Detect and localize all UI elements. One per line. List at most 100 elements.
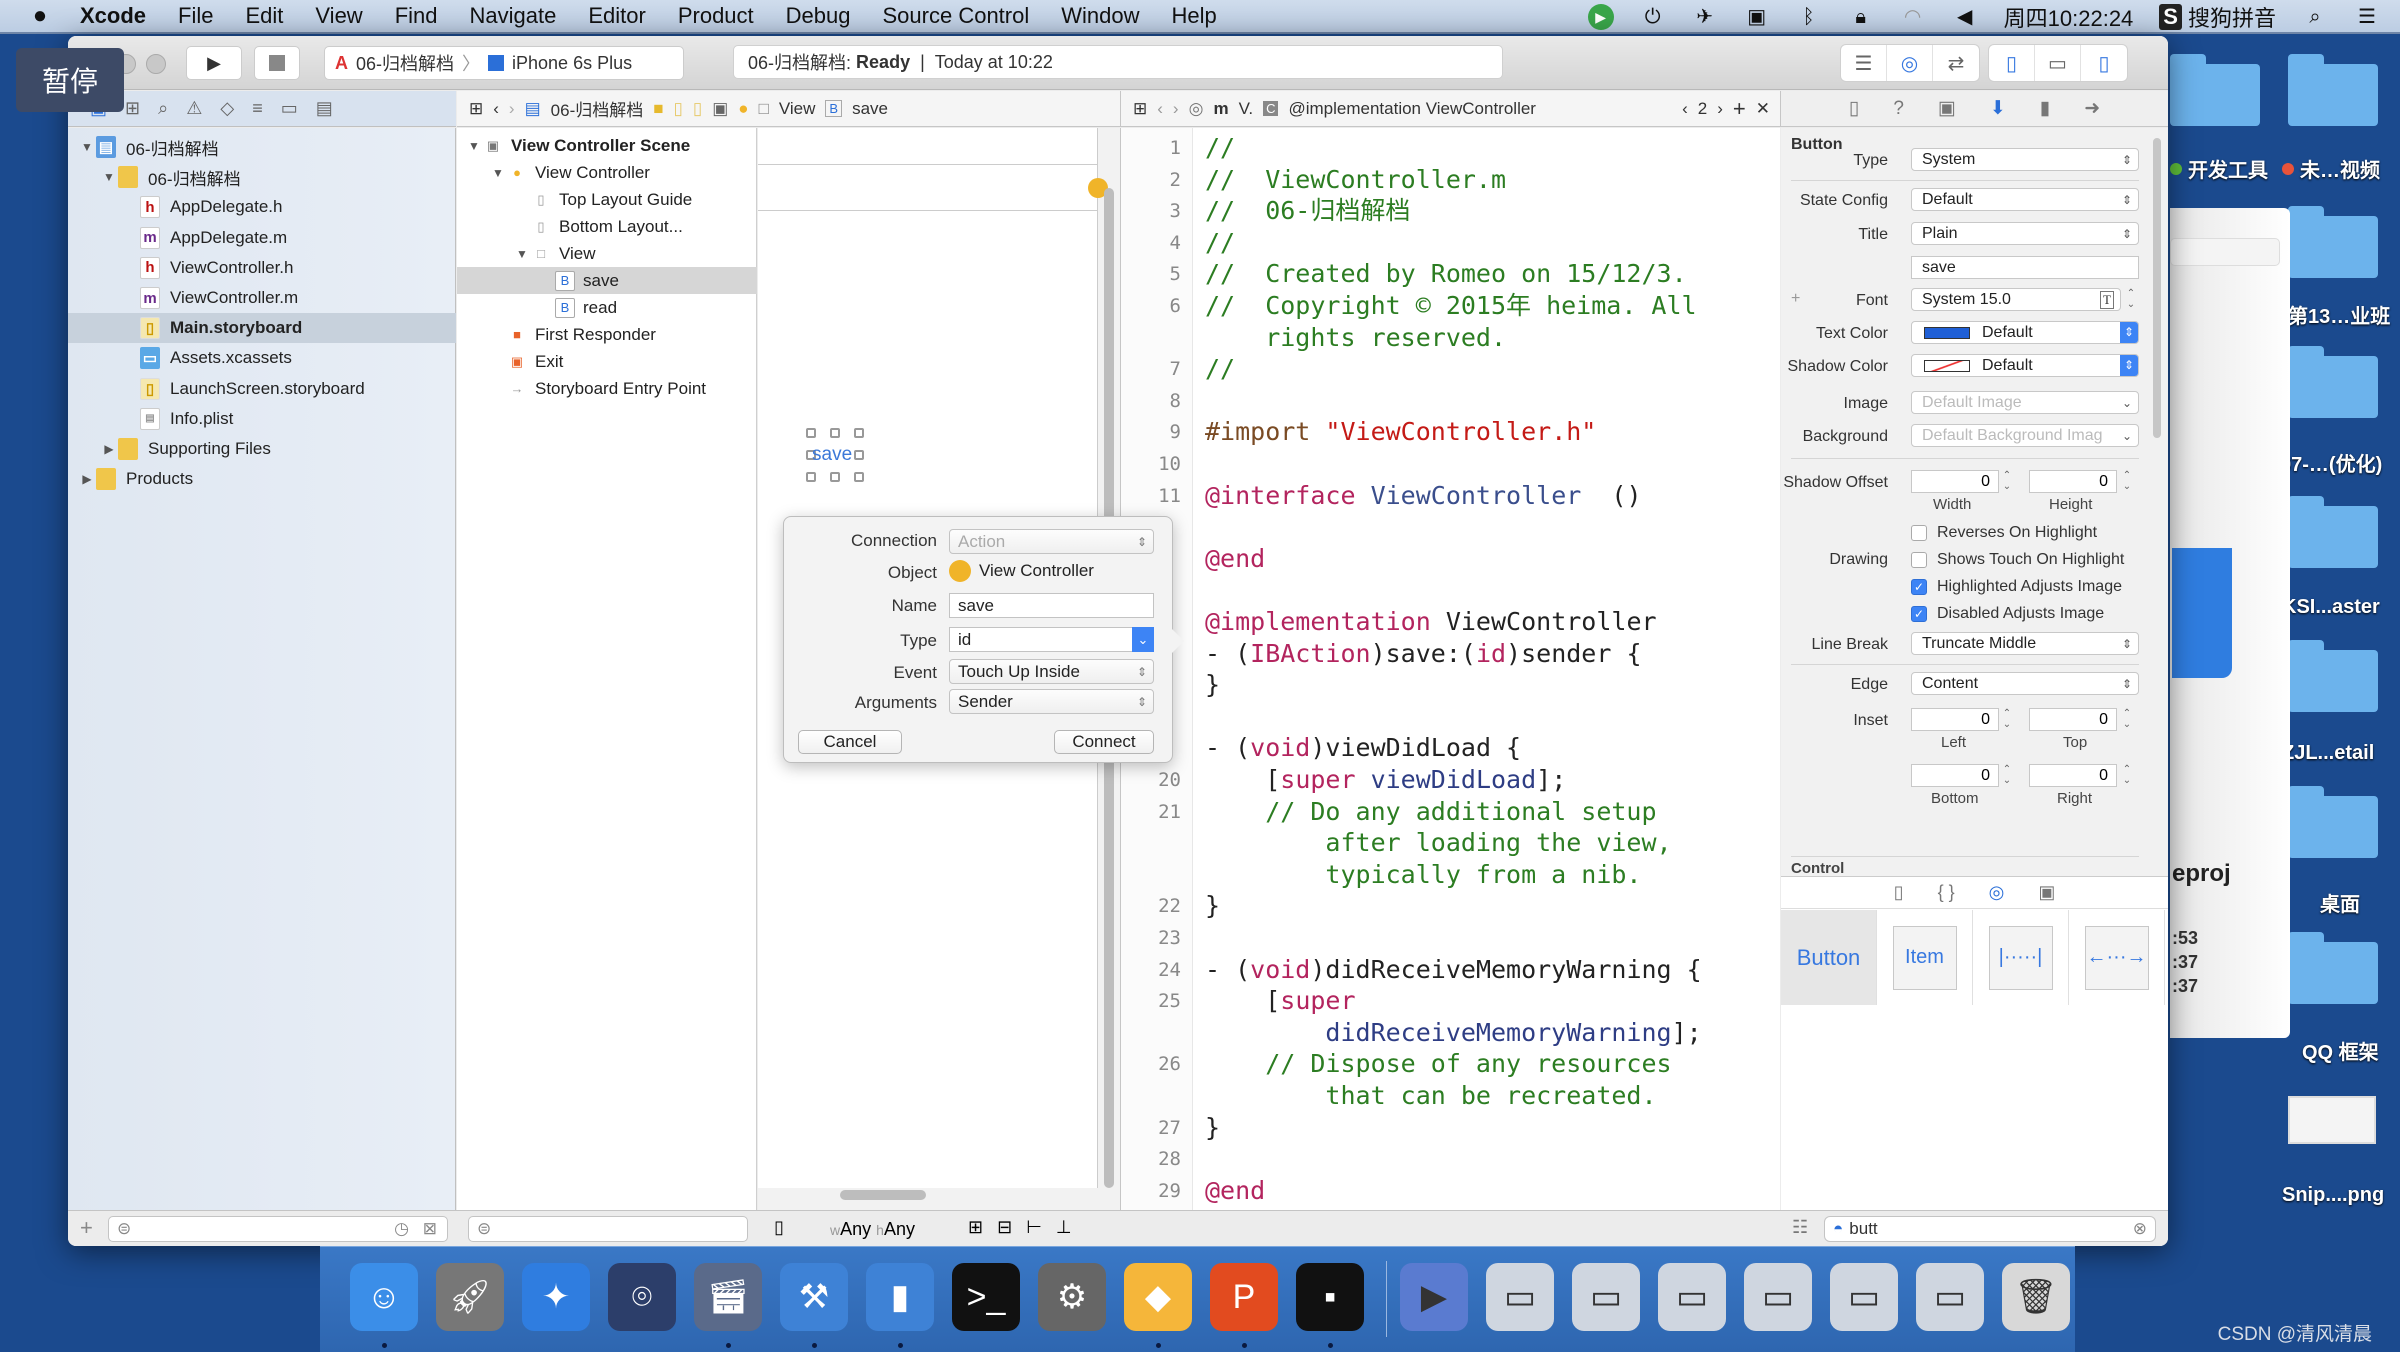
file-inspector-icon[interactable]: ▯ <box>1849 97 1859 120</box>
media-library-icon[interactable]: ▣ <box>2038 882 2055 903</box>
code-line[interactable]: - (void)didReceiveMemoryWarning { <box>1205 954 1702 985</box>
edge-popup[interactable]: Content ⇕ <box>1911 672 2139 695</box>
launchpad-icon[interactable]: 🚀︎ <box>436 1263 504 1331</box>
stop-button[interactable] <box>254 46 300 80</box>
checkbox-disabled-adjusts-image[interactable]: ✓ Disabled Adjusts Image <box>1911 605 2104 623</box>
trash-icon[interactable]: 🗑︎ <box>2002 1263 2070 1331</box>
code-line[interactable]: typically from a nib. <box>1205 859 1641 890</box>
title-text-field[interactable]: save <box>1911 256 2139 279</box>
checkbox[interactable] <box>1911 525 1927 541</box>
code-line[interactable]: // <box>1205 227 1235 258</box>
library-filter-field[interactable]: ◓ butt ⊗ <box>1824 1216 2156 1242</box>
resolve-icon[interactable]: ⊥ <box>1056 1217 1086 1237</box>
stack-icon[interactable]: ⊞ <box>968 1217 997 1237</box>
issue-navigator-icon[interactable]: ⚠ <box>186 98 202 119</box>
test-navigator-icon[interactable]: ◇ <box>220 98 234 119</box>
folder-icon[interactable] <box>2288 206 2378 278</box>
font-picker-icon[interactable]: T <box>2100 290 2114 309</box>
navigator-item[interactable]: h ViewController.h <box>68 253 456 283</box>
state-config-popup[interactable]: Default ⇕ <box>1911 188 2139 211</box>
folder-icon[interactable] <box>2288 54 2378 126</box>
pause-overlay-badge[interactable]: 暂停 <box>16 48 124 112</box>
horizontal-scrollbar[interactable] <box>840 1190 926 1200</box>
view-controller-icon[interactable]: ● <box>738 99 748 119</box>
code-editor[interactable]: 12345678910112021222324252627282930 ////… <box>1120 128 1780 1233</box>
scm-filter-icon[interactable]: ⊠ <box>423 1219 437 1239</box>
inset-left-field[interactable]: 0 <box>1911 708 1999 731</box>
menu-window[interactable]: Window <box>1061 3 1139 29</box>
shadow-offset-width-field[interactable]: 0 <box>1911 470 1999 493</box>
sketch-icon[interactable]: ◆ <box>1124 1263 1192 1331</box>
disclosure-triangle-icon[interactable]: ▶ <box>100 442 118 456</box>
stepper[interactable]: ⌃ ⌄ <box>2121 764 2133 787</box>
checkbox[interactable] <box>1911 552 1927 568</box>
desktop-item-label[interactable]: Snip....png <box>2282 1184 2384 1207</box>
checkbox-shows-touch[interactable]: Shows Touch On Highlight <box>1911 551 2124 569</box>
navigator-item[interactable]: m AppDelegate.m <box>68 223 456 253</box>
disclosure-triangle-icon[interactable]: ▼ <box>465 139 483 153</box>
code-line[interactable]: // Dispose of any resources <box>1205 1048 1671 1079</box>
outline-item[interactable]: ▯ Bottom Layout... <box>457 213 757 240</box>
folder-icon[interactable] <box>2288 496 2378 568</box>
menu-view[interactable]: View <box>315 3 362 29</box>
cancel-button[interactable]: Cancel <box>798 730 902 754</box>
scene-icon[interactable]: ▣ <box>712 99 728 119</box>
code-line[interactable]: #import "ViewController.h" <box>1205 416 1596 447</box>
add-variation-icon[interactable]: + <box>1791 290 1800 308</box>
outline-item[interactable]: ▯ Top Layout Guide <box>457 186 757 213</box>
menu-find[interactable]: Find <box>395 3 438 29</box>
finder-icon[interactable]: ☺ <box>350 1263 418 1331</box>
window-thumbnail-icon[interactable]: ▭ <box>1744 1263 1812 1331</box>
jump-project[interactable]: 06-归档解档 <box>551 96 644 121</box>
navigator-item[interactable]: ▼ 06-归档解档 <box>68 162 456 192</box>
outline-item[interactable]: Bread <box>457 294 757 321</box>
spotlight-search-icon[interactable]: ⌕ <box>2302 4 2328 30</box>
outline-item[interactable]: ▼ ● View Controller <box>457 159 757 186</box>
assistant-editor-icon[interactable]: ◎ <box>1887 45 1933 81</box>
navigator-item[interactable]: m ViewController.m <box>68 283 456 313</box>
resize-handle[interactable] <box>854 472 864 482</box>
menu-product[interactable]: Product <box>678 3 754 29</box>
desktop-item-label[interactable]: 桌面 <box>2320 888 2360 917</box>
resize-handle[interactable] <box>854 428 864 438</box>
name-field[interactable]: save <box>949 593 1154 618</box>
bluetooth-icon[interactable]: ᛒ <box>1796 4 1822 30</box>
back-button[interactable]: ‹ <box>1157 99 1163 119</box>
safari-icon[interactable]: ✦ <box>522 1263 590 1331</box>
event-popup[interactable]: Touch Up Inside ⇕ <box>949 659 1154 684</box>
code-line[interactable]: @end <box>1205 1175 1265 1206</box>
menu-edit[interactable]: Edit <box>245 3 283 29</box>
jump-symbol[interactable]: @implementation ViewController <box>1288 99 1536 119</box>
storyboard-file-icon[interactable]: ▯ <box>674 99 683 119</box>
clock[interactable]: 周四10:22:24 <box>2004 1 2134 33</box>
assistant-mode-icon[interactable]: ◎ <box>1189 99 1204 119</box>
chevron-down-icon[interactable]: ⌄ <box>1132 627 1154 652</box>
related-items-icon[interactable]: ⊞ <box>1133 99 1147 119</box>
desktop-item-label[interactable]: 07-…(优化) <box>2280 448 2382 477</box>
navigator-item[interactable]: ▶ Supporting Files <box>68 434 456 464</box>
checkbox-highlighted-adjusts-image[interactable]: ✓ Highlighted Adjusts Image <box>1911 578 2122 596</box>
resize-handle[interactable] <box>854 450 864 460</box>
menu-navigate[interactable]: Navigate <box>470 3 557 29</box>
forward-button[interactable]: › <box>1173 99 1179 119</box>
code-line[interactable]: @interface ViewController () <box>1205 480 1642 511</box>
navigator-item[interactable]: ▯ LaunchScreen.storyboard <box>68 374 456 404</box>
navigator-item[interactable]: h AppDelegate.h <box>68 192 456 222</box>
console-icon[interactable]: ▪ <box>1296 1263 1364 1331</box>
find-navigator-icon[interactable]: ⌕ <box>158 98 168 119</box>
align-icon[interactable]: ⊟ <box>997 1217 1026 1237</box>
input-method[interactable]: S 搜狗拼音 <box>2159 1 2276 33</box>
attributes-inspector-icon[interactable]: ⬇ <box>1990 97 2006 120</box>
related-items-icon[interactable]: ⊞ <box>469 99 483 119</box>
inset-right-field[interactable]: 0 <box>2029 764 2117 787</box>
menu-help[interactable]: Help <box>1172 3 1217 29</box>
code-snippet-library-icon[interactable]: { } <box>1938 882 1955 903</box>
disclosure-triangle-icon[interactable]: ▼ <box>513 247 531 261</box>
size-inspector-icon[interactable]: ▮ <box>2040 97 2050 120</box>
menu-xcode[interactable]: Xcode <box>80 3 146 29</box>
disclosure-triangle-icon[interactable]: ▶ <box>78 472 96 486</box>
chevron-down-icon[interactable]: ⌄ <box>2121 428 2132 443</box>
resize-handle[interactable] <box>806 472 816 482</box>
code-line[interactable]: // Copyright © 2015年 heima. All <box>1205 290 1697 321</box>
volume-icon[interactable]: ◀ <box>1952 4 1978 30</box>
